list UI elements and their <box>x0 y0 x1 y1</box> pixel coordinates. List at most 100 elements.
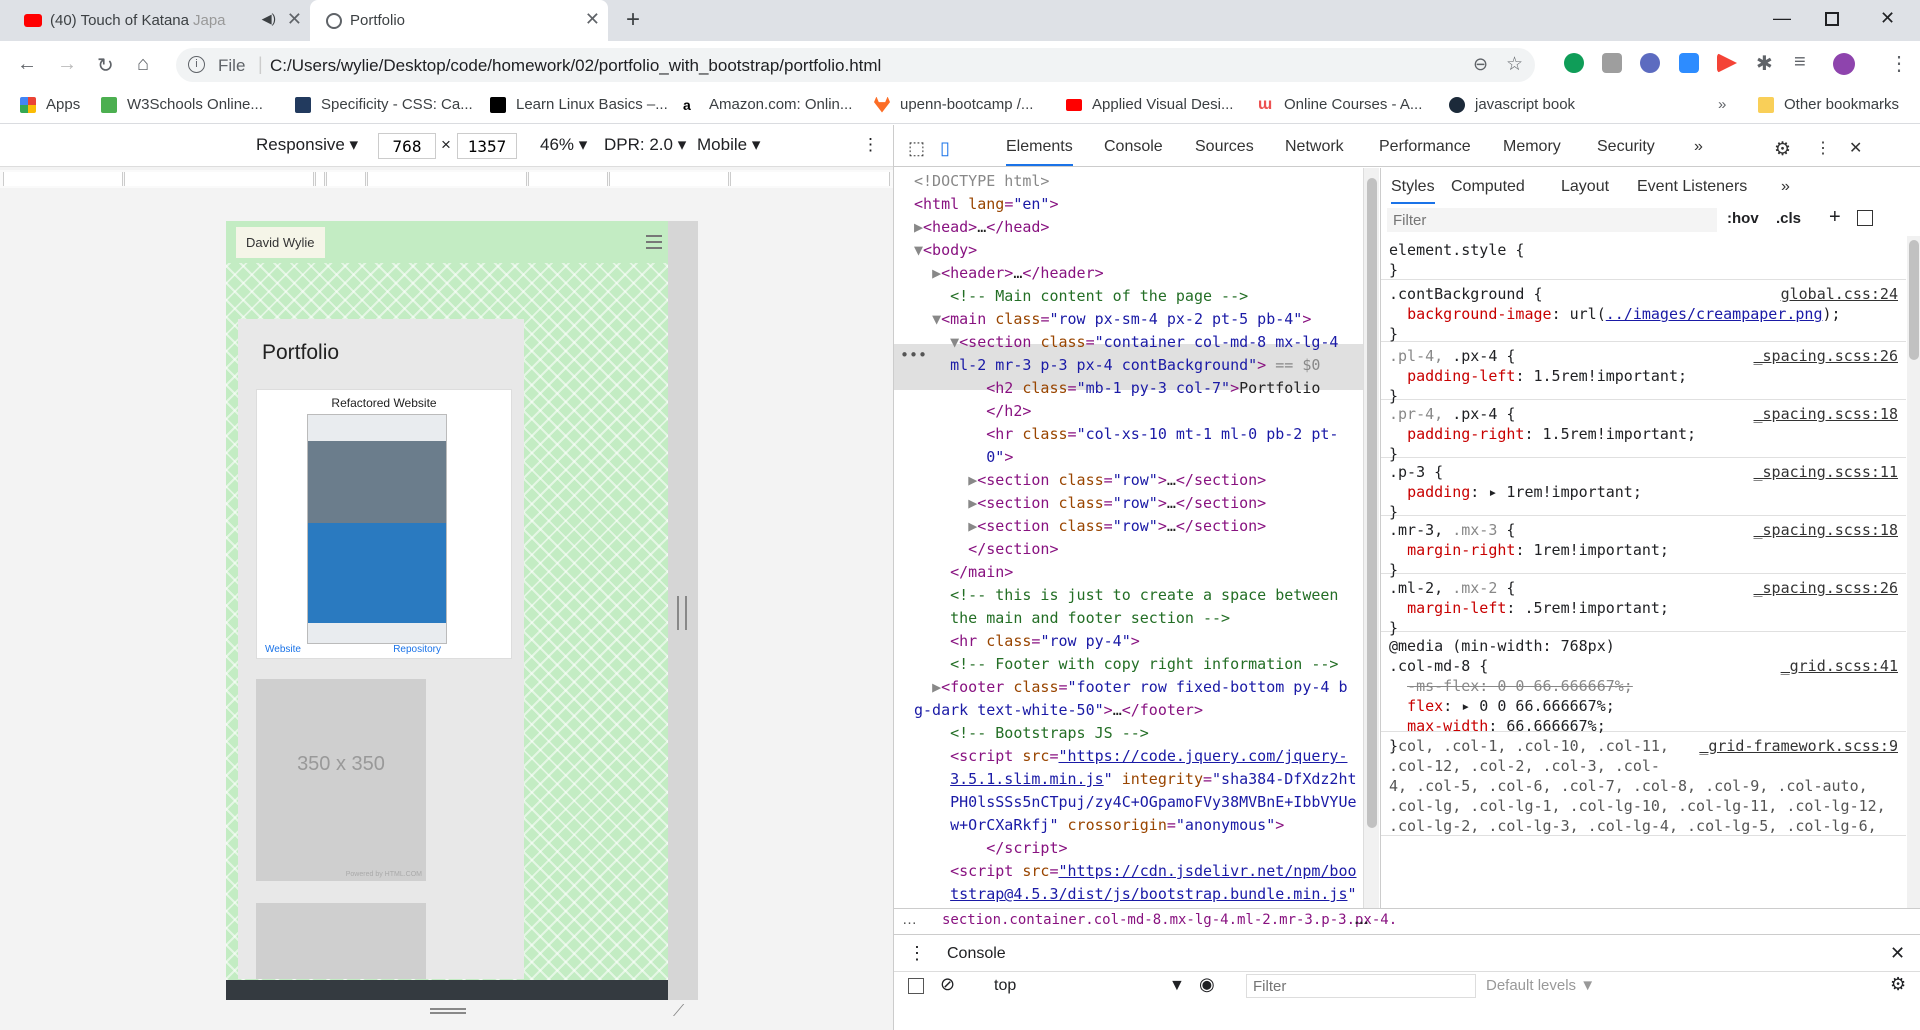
tab-network[interactable]: Network <box>1285 138 1344 156</box>
bookmark-apps[interactable]: Apps <box>20 96 80 113</box>
speaker-icon[interactable]: ◀) <box>262 11 276 27</box>
rule-ml-2[interactable]: .ml-2, .mx-2 {_spacing.scss:26 margin-le… <box>1381 578 1906 637</box>
rule-mr-3[interactable]: .mr-3, .mx-3 {_spacing.scss:18 margin-ri… <box>1381 520 1906 579</box>
dom-scrollbar[interactable] <box>1363 168 1379 908</box>
more-tabs-icon[interactable]: » <box>1694 138 1703 156</box>
star-icon[interactable]: ☆ <box>1506 53 1523 76</box>
drawer-title[interactable]: Console <box>947 945 1006 963</box>
context-select[interactable]: top ▼ <box>994 977 1185 995</box>
log-levels-select[interactable]: Default levels ▼ <box>1486 977 1595 994</box>
add-rule-icon[interactable]: + <box>1829 206 1841 229</box>
drawer-menu-icon[interactable]: ⋮ <box>908 943 926 964</box>
info-icon[interactable]: i <box>188 56 205 73</box>
sidebar-toggle-icon[interactable] <box>1857 210 1873 226</box>
forward-icon[interactable]: → <box>57 53 77 76</box>
dpr-select[interactable]: DPR: 2.0 ▾ <box>604 135 686 155</box>
rule-pr-4[interactable]: .pr-4, .px-4 {_spacing.scss:18 padding-r… <box>1381 404 1906 463</box>
back-icon[interactable]: ← <box>17 53 37 76</box>
cls-toggle[interactable]: .cls <box>1776 210 1801 227</box>
menu-icon[interactable]: ⋮ <box>1889 51 1909 76</box>
clear-console-icon[interactable]: ⊘ <box>940 974 955 995</box>
styles-scrollbar[interactable] <box>1907 236 1920 908</box>
omnibox[interactable]: i File | C:/Users/wylie/Desktop/code/hom… <box>176 48 1535 82</box>
maximize-icon[interactable] <box>1825 12 1839 26</box>
resize-corner-icon[interactable]: ⟋ <box>673 1003 684 1021</box>
close-drawer-icon[interactable]: ✕ <box>1890 943 1905 964</box>
bookmark-udemy[interactable]: ɯ Online Courses - A... <box>1258 96 1422 113</box>
close-tab-icon[interactable]: ✕ <box>585 9 600 30</box>
extension-gray-icon[interactable] <box>1602 53 1622 73</box>
bookmark-w3schools[interactable]: W3Schools Online... <box>101 96 263 113</box>
device-options-icon[interactable]: ⋮ <box>862 135 879 155</box>
bookmark-gitlab[interactable]: upenn-bootcamp /... <box>874 96 1033 113</box>
tab-performance[interactable]: Performance <box>1379 138 1471 156</box>
new-tab-icon[interactable]: + <box>626 6 640 34</box>
breadcrumb-more-right[interactable]: … <box>1354 911 1369 928</box>
rule-contbackground[interactable]: .contBackground {global.css:24 backgroun… <box>1381 284 1906 343</box>
extension-red-icon[interactable] <box>1717 53 1737 73</box>
rule-col-framework[interactable]: .col, .col-1, .col-10, .col-11, _grid-fra… <box>1381 736 1906 836</box>
close-window-icon[interactable]: ✕ <box>1880 8 1895 29</box>
puzzle-icon[interactable]: ✱ <box>1756 51 1773 76</box>
zoom-icon[interactable]: ⊖ <box>1473 54 1488 75</box>
rule-p-3[interactable]: .p-3 {_spacing.scss:11 padding: ▸ 1rem!i… <box>1381 462 1906 521</box>
site-brand[interactable]: David Wylie <box>236 227 325 258</box>
eye-icon[interactable]: ◉ <box>1199 974 1215 995</box>
height-input[interactable] <box>457 133 517 159</box>
website-link[interactable]: Website <box>265 644 301 655</box>
styles-filter-input[interactable] <box>1387 208 1717 232</box>
minimize-icon[interactable]: — <box>1773 8 1791 29</box>
repository-link[interactable]: Repository <box>393 644 441 655</box>
inspect-icon[interactable]: ⬚ <box>908 138 925 159</box>
device-mode-select[interactable]: Responsive ▾ <box>256 135 358 155</box>
bookmark-javascript-book[interactable]: javascript book <box>1449 96 1575 113</box>
console-settings-icon[interactable]: ⚙ <box>1890 974 1906 995</box>
home-icon[interactable]: ⌂ <box>137 53 149 76</box>
hamburger-icon[interactable] <box>646 235 662 249</box>
zoom-select[interactable]: 46% ▾ <box>540 135 587 155</box>
zoom-ext-icon[interactable] <box>1679 53 1699 73</box>
media-query-ruler[interactable] <box>0 170 893 188</box>
tab-computed[interactable]: Computed <box>1451 178 1525 196</box>
tab-event-listeners[interactable]: Event Listeners <box>1637 178 1747 196</box>
resize-handle-right[interactable] <box>668 221 698 1000</box>
close-tab-icon[interactable]: ✕ <box>287 9 302 30</box>
bookmark-amazon[interactable]: a Amazon.com: Onlin... <box>683 96 852 113</box>
reload-icon[interactable]: ↻ <box>97 53 114 78</box>
tab-katana[interactable]: (40) Touch of Katana Japa ◀) ✕ <box>10 0 310 41</box>
tab-memory[interactable]: Memory <box>1503 138 1561 156</box>
tab-elements[interactable]: Elements <box>1006 138 1073 166</box>
dom-tree[interactable]: ••• <!DOCTYPE html> <html lang="en"> ▶<h… <box>894 168 1363 908</box>
gear-icon[interactable]: ⚙ <box>1774 138 1791 161</box>
rule-col-md-8[interactable]: @media (min-width: 768px) .col-md-8 {_gri… <box>1381 636 1906 755</box>
tab-sources[interactable]: Sources <box>1195 138 1254 156</box>
bookmark-mdn[interactable]: Specificity - CSS: Ca... <box>295 96 473 113</box>
hov-toggle[interactable]: :hov <box>1727 210 1759 227</box>
devtools-menu-icon[interactable]: ⋮ <box>1815 138 1831 158</box>
bookmark-youtube[interactable]: Applied Visual Desi... <box>1066 96 1233 113</box>
close-devtools-icon[interactable]: ✕ <box>1849 138 1862 158</box>
profile-avatar[interactable] <box>1833 53 1855 75</box>
tab-security[interactable]: Security <box>1597 138 1655 156</box>
console-filter-input[interactable] <box>1246 974 1476 998</box>
sidebar-icon[interactable] <box>908 978 924 994</box>
bookmark-linux[interactable]: Learn Linux Basics –... <box>490 96 668 113</box>
extension-green-icon[interactable] <box>1564 53 1584 73</box>
rule-pl-4[interactable]: .pl-4, .px-4 {_spacing.scss:26 padding-l… <box>1381 346 1906 405</box>
device-toggle-icon[interactable]: ▯ <box>940 138 950 159</box>
breadcrumb-more-left[interactable]: … <box>902 911 917 928</box>
media-icon[interactable]: ≡ <box>1794 51 1806 74</box>
other-bookmarks[interactable]: Other bookmarks <box>1758 96 1899 113</box>
tab-styles[interactable]: Styles <box>1391 178 1435 204</box>
url-text[interactable]: C:/Users/wylie/Desktop/code/homework/02/… <box>270 56 881 76</box>
dom-scroll-thumb[interactable] <box>1367 178 1377 828</box>
tab-console[interactable]: Console <box>1104 138 1163 156</box>
resize-handle-bottom[interactable] <box>430 1008 466 1014</box>
tab-layout[interactable]: Layout <box>1561 178 1609 196</box>
extension-owl-icon[interactable] <box>1640 53 1660 73</box>
width-input[interactable] <box>378 133 436 159</box>
tab-portfolio[interactable]: Portfolio ✕ <box>310 0 608 41</box>
more-styles-tabs-icon[interactable]: » <box>1781 178 1790 196</box>
bookmarks-overflow-icon[interactable]: » <box>1718 96 1726 113</box>
rule-element-style[interactable]: element.style {} <box>1381 240 1906 280</box>
